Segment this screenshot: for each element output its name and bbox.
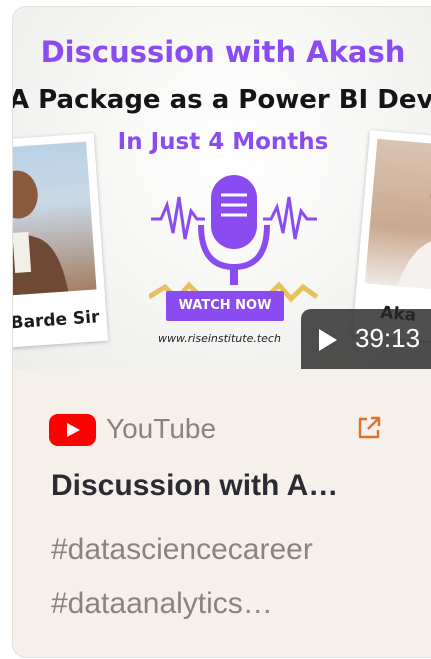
thumbnail-title: Discussion with Akash bbox=[40, 35, 406, 69]
source-row: YouTube bbox=[49, 409, 389, 446]
site-url: www.riseinstitute.tech bbox=[158, 332, 281, 345]
left-speaker-caption: Barde Sir bbox=[13, 307, 101, 334]
play-icon bbox=[319, 329, 337, 351]
watch-now-banner: WATCH NOW bbox=[166, 291, 284, 321]
person-silhouette-icon bbox=[13, 170, 71, 297]
source-name: YouTube bbox=[106, 413, 217, 444]
youtube-logo-icon bbox=[49, 414, 96, 446]
person-silhouette-icon bbox=[393, 171, 431, 293]
duration-badge[interactable]: 39:13 bbox=[301, 309, 431, 369]
right-speaker-image bbox=[364, 138, 431, 293]
left-speaker-image bbox=[13, 141, 97, 297]
video-card[interactable]: Discussion with Akash A Package as a Pow… bbox=[12, 6, 431, 658]
left-speaker-photo: Barde Sir bbox=[13, 133, 109, 349]
video-duration: 39:13 bbox=[355, 323, 421, 353]
video-thumbnail[interactable]: Discussion with Akash A Package as a Pow… bbox=[13, 7, 431, 369]
video-tags-line-2: #dataanalytics… bbox=[51, 587, 273, 620]
video-title[interactable]: Discussion with A… bbox=[51, 469, 421, 503]
thumbnail-headline: A Package as a Power BI Dev bbox=[13, 85, 431, 115]
video-tags-line-1: #datasciencecareer bbox=[51, 533, 313, 566]
external-link-icon[interactable] bbox=[356, 415, 382, 441]
